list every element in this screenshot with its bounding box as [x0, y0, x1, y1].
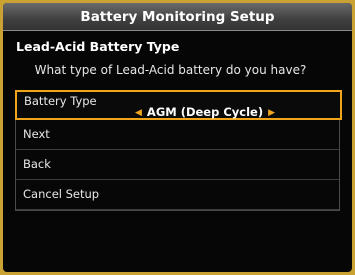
left-arrow-icon[interactable]: ◀	[135, 108, 142, 118]
next-button[interactable]: Next	[16, 120, 339, 150]
cancel-setup-button[interactable]: Cancel Setup	[16, 180, 339, 210]
battery-type-label: Battery Type	[24, 94, 97, 108]
section-title: Lead-Acid Battery Type	[16, 39, 180, 54]
setup-menu: Battery Type ◀ AGM (Deep Cycle) ▶ Next Bac…	[15, 90, 342, 211]
back-button[interactable]: Back	[16, 150, 339, 180]
window-title: Battery Monitoring Setup	[3, 3, 352, 31]
battery-type-question: What type of Lead-Acid battery do you ha…	[34, 63, 307, 77]
battery-type-selector[interactable]: Battery Type ◀ AGM (Deep Cycle) ▶	[15, 90, 342, 120]
back-button-label: Back	[23, 157, 51, 171]
setup-dialog: Battery Monitoring Setup Lead-Acid Batte…	[3, 3, 352, 272]
battery-type-value: AGM (Deep Cycle)	[146, 105, 264, 119]
cancel-setup-label: Cancel Setup	[23, 187, 100, 201]
right-arrow-icon[interactable]: ▶	[268, 108, 275, 118]
battery-type-value-row: ◀ AGM (Deep Cycle) ▶	[135, 105, 275, 119]
next-button-label: Next	[23, 127, 50, 141]
